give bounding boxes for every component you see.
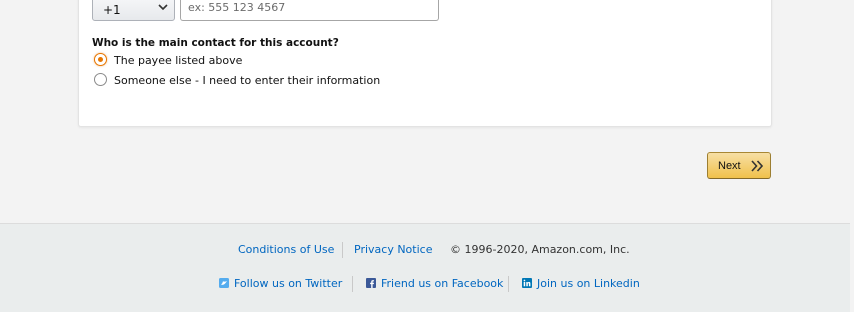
radio-label-someone-else[interactable]: Someone else - I need to enter their inf… — [114, 74, 380, 87]
contact-question-label: Who is the main contact for this account… — [92, 37, 339, 49]
next-button-label: Next — [718, 160, 741, 172]
footer-divider — [508, 276, 509, 292]
radio-button-someone-else[interactable] — [94, 73, 107, 86]
copyright-text: © 1996-2020, Amazon.com, Inc. — [450, 243, 630, 256]
facebook-icon — [366, 278, 376, 288]
facebook-link[interactable]: Friend us on Facebook — [366, 277, 503, 290]
linkedin-link[interactable]: Join us on Linkedin — [522, 277, 640, 290]
facebook-link-label: Friend us on Facebook — [381, 277, 504, 290]
country-code-select[interactable]: +1 — [92, 0, 175, 21]
next-button[interactable]: Next — [707, 152, 771, 179]
phone-number-input[interactable] — [180, 0, 439, 21]
conditions-of-use-link[interactable]: Conditions of Use — [238, 243, 334, 256]
privacy-notice-link[interactable]: Privacy Notice — [354, 243, 432, 256]
twitter-icon — [219, 278, 229, 288]
chevron-down-icon — [158, 4, 168, 11]
page-footer: Conditions of Use Privacy Notice © 1996-… — [0, 223, 850, 312]
twitter-link-label: Follow us on Twitter — [234, 277, 343, 290]
footer-divider — [342, 242, 343, 258]
linkedin-link-label: Join us on Linkedin — [537, 277, 640, 290]
linkedin-icon — [522, 278, 532, 288]
radio-label-payee[interactable]: The payee listed above — [114, 54, 242, 67]
footer-divider — [352, 276, 353, 292]
radio-button-payee[interactable] — [94, 53, 107, 66]
twitter-link[interactable]: Follow us on Twitter — [219, 277, 342, 290]
country-code-value: +1 — [103, 3, 121, 17]
double-chevron-right-icon — [751, 160, 764, 172]
